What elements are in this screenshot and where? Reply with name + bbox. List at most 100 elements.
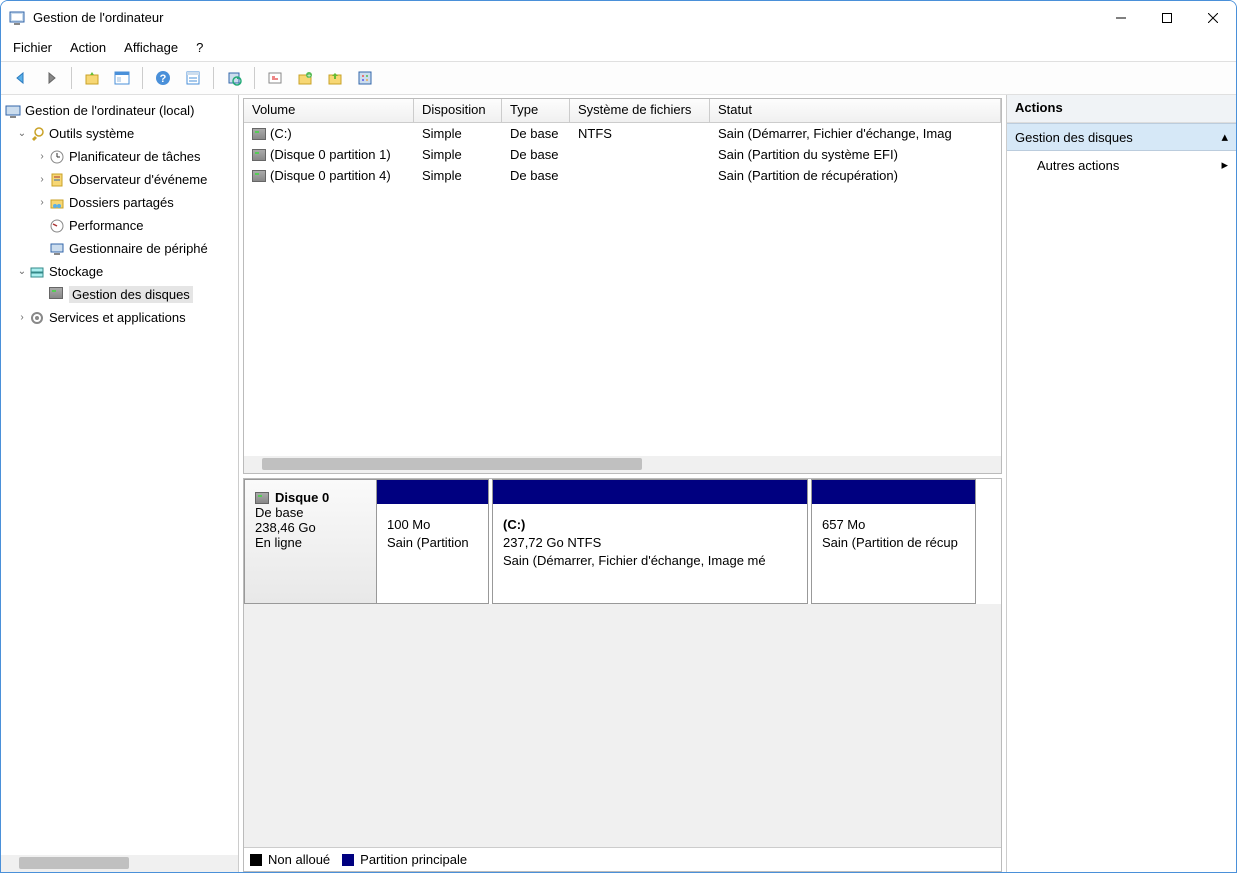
col-layout[interactable]: Disposition: [414, 99, 502, 122]
partition-status: Sain (Partition de récup: [822, 534, 965, 552]
up-button[interactable]: [80, 66, 104, 90]
tree-root[interactable]: Gestion de l'ordinateur (local): [1, 99, 238, 122]
minimize-button[interactable]: [1098, 1, 1144, 34]
tree-item-label: Performance: [69, 218, 143, 233]
menu-file[interactable]: Fichier: [13, 40, 52, 55]
legend: Non alloué Partition principale: [244, 847, 1001, 871]
list-body: (C:) Simple De base NTFS Sain (Démarrer,…: [244, 123, 1001, 456]
tree-storage[interactable]: ⌄ Stockage: [1, 260, 238, 283]
volume-type: De base: [502, 147, 570, 162]
partition-header: [377, 480, 488, 504]
title-bar[interactable]: Gestion de l'ordinateur: [1, 1, 1236, 34]
partition-header: [493, 480, 807, 504]
collapse-icon[interactable]: ⌄: [15, 266, 29, 277]
expand-icon[interactable]: ›: [15, 312, 29, 323]
partition-box[interactable]: 100 Mo Sain (Partition: [376, 479, 489, 604]
maximize-button[interactable]: [1144, 1, 1190, 34]
svg-text:+: +: [307, 73, 311, 80]
tree-shared[interactable]: › Dossiers partagés: [1, 191, 238, 214]
disk-type: De base: [255, 505, 366, 520]
tree-eventviewer[interactable]: › Observateur d'événeme: [1, 168, 238, 191]
disk-graphical-pane: Disque 0 De base 238,46 Go En ligne 100 …: [243, 478, 1002, 872]
mount-button[interactable]: [323, 66, 347, 90]
legend-label-unallocated: Non alloué: [268, 852, 330, 867]
volume-type: De base: [502, 168, 570, 183]
main-content: Volume Disposition Type Système de fichi…: [239, 95, 1007, 872]
tree-item-label: Planificateur de tâches: [69, 149, 201, 164]
tree-tools-label: Outils système: [49, 126, 134, 141]
expand-icon[interactable]: ›: [35, 197, 49, 208]
forward-button[interactable]: [39, 66, 63, 90]
volume-row[interactable]: (Disque 0 partition 4) Simple De base Sa…: [244, 165, 1001, 186]
disk-icon: [49, 287, 65, 303]
menu-bar: Fichier Action Affichage ?: [1, 34, 1236, 62]
volume-row[interactable]: (C:) Simple De base NTFS Sain (Démarrer,…: [244, 123, 1001, 144]
col-fs[interactable]: Système de fichiers: [570, 99, 710, 122]
tree-item-label: Services et applications: [49, 310, 186, 325]
col-type[interactable]: Type: [502, 99, 570, 122]
volume-row[interactable]: (Disque 0 partition 1) Simple De base Sa…: [244, 144, 1001, 165]
partition-status: Sain (Démarrer, Fichier d'échange, Image…: [503, 552, 797, 570]
expand-icon[interactable]: ›: [35, 151, 49, 162]
settings-button[interactable]: [353, 66, 377, 90]
volume-type: De base: [502, 126, 570, 141]
tree-item-label: Gestion des disques: [72, 287, 190, 302]
action-more[interactable]: Autres actions ▸: [1007, 151, 1236, 179]
svg-text:?: ?: [160, 73, 167, 85]
volume-layout: Simple: [414, 147, 502, 162]
services-icon: [29, 310, 45, 326]
disk-label-box[interactable]: Disque 0 De base 238,46 Go En ligne: [244, 479, 376, 604]
tree-tools[interactable]: ⌄ Outils système: [1, 122, 238, 145]
content-area: Gestion de l'ordinateur (local) ⌄ Outils…: [1, 95, 1236, 872]
wizard-button[interactable]: [263, 66, 287, 90]
properties-button[interactable]: [181, 66, 205, 90]
tree-scrollbar[interactable]: [1, 855, 238, 872]
tree-perf[interactable]: Performance: [1, 214, 238, 237]
list-header: Volume Disposition Type Système de fichi…: [244, 99, 1001, 123]
menu-view[interactable]: Affichage: [124, 40, 178, 55]
storage-icon: [29, 264, 45, 280]
partition-box[interactable]: (C:) 237,72 Go NTFS Sain (Démarrer, Fich…: [492, 479, 808, 604]
menu-help[interactable]: ?: [196, 40, 203, 55]
partition-status: Sain (Partition: [387, 534, 478, 552]
clock-icon: [49, 149, 65, 165]
show-hide-button[interactable]: [110, 66, 134, 90]
performance-icon: [49, 218, 65, 234]
close-button[interactable]: [1190, 1, 1236, 34]
new-partition-button[interactable]: +: [293, 66, 317, 90]
computer-icon: [5, 103, 21, 119]
actions-section[interactable]: Gestion des disques ▴: [1007, 123, 1236, 151]
actions-section-label: Gestion des disques: [1015, 130, 1133, 145]
help-button[interactable]: ?: [151, 66, 175, 90]
volume-name: (C:): [270, 126, 292, 141]
back-button[interactable]: [9, 66, 33, 90]
volume-name: (Disque 0 partition 1): [270, 147, 391, 162]
legend-label-primary: Partition principale: [360, 852, 467, 867]
refresh-button[interactable]: [222, 66, 246, 90]
window-title: Gestion de l'ordinateur: [33, 10, 1098, 25]
list-scrollbar[interactable]: [244, 456, 1001, 473]
collapse-icon[interactable]: ⌄: [15, 128, 29, 139]
volume-name: (Disque 0 partition 4): [270, 168, 391, 183]
disk-row: Disque 0 De base 238,46 Go En ligne 100 …: [244, 479, 1001, 604]
disk-empty-area: [244, 604, 1001, 847]
col-status[interactable]: Statut: [710, 99, 1001, 122]
event-icon: [49, 172, 65, 188]
drive-icon: [255, 492, 269, 504]
expand-icon[interactable]: ›: [35, 174, 49, 185]
tree-services[interactable]: › Services et applications: [1, 306, 238, 329]
tree-root-label: Gestion de l'ordinateur (local): [25, 103, 194, 118]
actions-pane: Actions Gestion des disques ▴ Autres act…: [1007, 95, 1236, 872]
tree-scheduler[interactable]: › Planificateur de tâches: [1, 145, 238, 168]
tree-item-label: Dossiers partagés: [69, 195, 174, 210]
partition-box[interactable]: 657 Mo Sain (Partition de récup: [811, 479, 976, 604]
toolbar: ? +: [1, 62, 1236, 95]
disk-size: 238,46 Go: [255, 520, 366, 535]
menu-action[interactable]: Action: [70, 40, 106, 55]
volume-status: Sain (Partition du système EFI): [710, 147, 1001, 162]
tree-devmgr[interactable]: Gestionnaire de périphé: [1, 237, 238, 260]
volume-status: Sain (Démarrer, Fichier d'échange, Imag: [710, 126, 1001, 141]
tree-diskmgmt[interactable]: Gestion des disques: [1, 283, 238, 306]
device-manager-icon: [49, 241, 65, 257]
col-volume[interactable]: Volume: [244, 99, 414, 122]
